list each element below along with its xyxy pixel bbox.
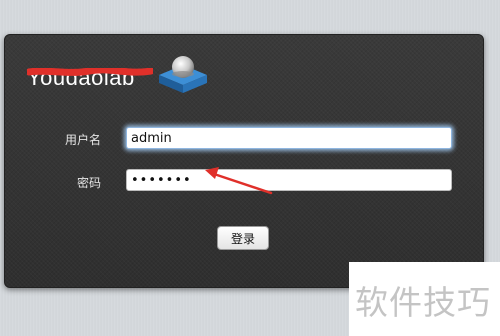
red-arrow-annotation-icon — [205, 167, 273, 195]
password-label: 密码 — [76, 176, 101, 190]
logo-redaction-mark — [27, 68, 153, 76]
login-panel: Youdaolab 用户名 密码 登录 — [4, 34, 484, 288]
login-button[interactable]: 登录 — [217, 226, 269, 250]
database-server-icon — [159, 56, 207, 93]
username-label: 用户名 — [64, 133, 101, 147]
watermark-box: 软件技巧 — [349, 262, 500, 336]
password-input[interactable] — [126, 169, 452, 191]
username-input[interactable] — [126, 127, 452, 149]
watermark-text: 软件技巧 — [355, 283, 491, 322]
